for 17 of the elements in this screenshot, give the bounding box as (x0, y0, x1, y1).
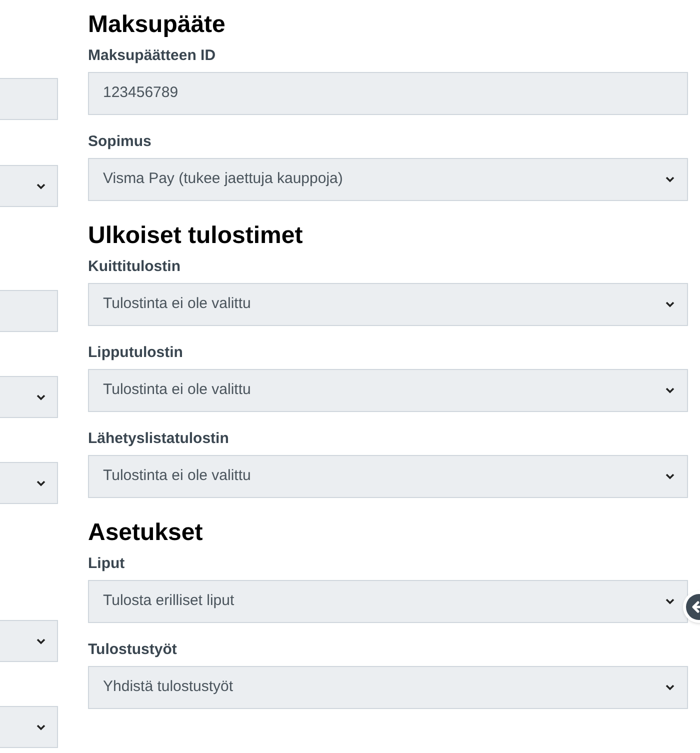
dropdown[interactable]: Tulosta erilliset liput (88, 580, 688, 623)
field-label: Lipputulostin (88, 343, 184, 363)
dropdown[interactable]: Tulostinta ei ole valittu (88, 455, 688, 498)
field-label: Tulostustyöt (88, 640, 178, 660)
field-label: Lähetyslistatulostin (88, 429, 230, 449)
dropdown[interactable]: Tulostinta ei ole valittu (88, 283, 688, 326)
dropdown[interactable]: Tulostinta ei ole valittu (88, 369, 688, 412)
section-heading: Ulkoiset tulostimet (88, 221, 304, 251)
input-field[interactable]: 123456789 (88, 72, 688, 115)
field-label: Kuittitulostin (88, 257, 182, 277)
dropdown[interactable]: Yhdistä tulostustyöt (88, 666, 688, 709)
field-label: Sopimus (88, 132, 152, 152)
field-label: Liput (88, 554, 126, 574)
dropdown[interactable]: Visma Pay (tukee jaettuja kauppoja) (88, 158, 688, 201)
section-heading: Maksupääte (88, 10, 226, 40)
section-heading: Asetukset (88, 518, 204, 548)
field-label: Maksupäätteen ID (88, 46, 217, 66)
